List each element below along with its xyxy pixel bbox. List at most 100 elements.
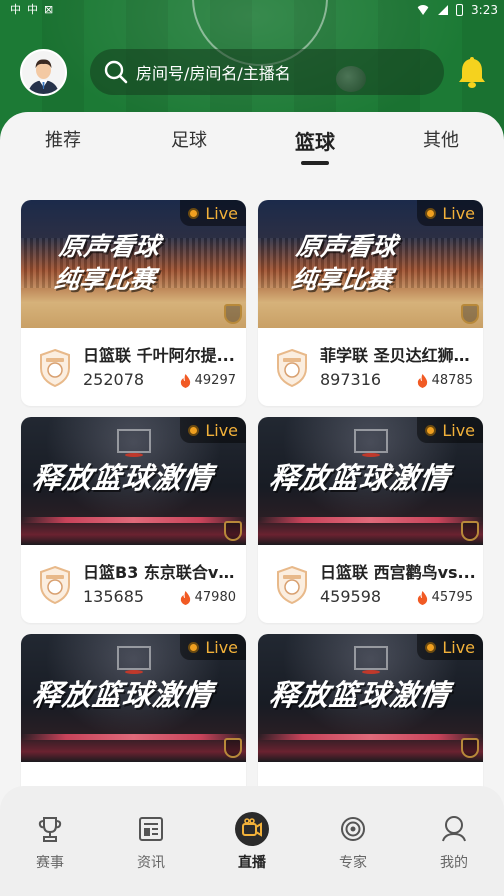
room-id: 135685 <box>83 587 145 606</box>
live-dot-icon <box>188 207 200 219</box>
heat-number: 47980 <box>194 590 236 605</box>
promo-text: 释放篮球激情 <box>267 461 453 495</box>
promo-text: 释放篮球激情 <box>30 461 216 495</box>
live-label: Live <box>442 420 475 440</box>
live-label: Live <box>205 203 238 223</box>
floor-line-graphic <box>21 517 246 523</box>
live-room-card[interactable]: 释放篮球激情 Live 日篮B3 东京联合vs... 135685 47980 <box>21 417 246 623</box>
room-title: 日篮联 西宫鹳鸟vs... <box>320 563 476 582</box>
floor-line-graphic <box>21 734 246 740</box>
nav-label: 我的 <box>440 855 468 871</box>
bottom-navigation: 赛事 资讯 直播 专家 我的 <box>0 786 504 896</box>
user-avatar[interactable] <box>20 49 67 96</box>
promo-text: 释放篮球激情 <box>30 678 216 712</box>
category-tabs: 推荐 足球 篮球 其他 <box>0 112 504 170</box>
search-bar[interactable]: 房间号/房间名/主播名 <box>90 49 444 95</box>
live-room-card[interactable]: 原声看球 纯享比赛 Live 菲学联 圣贝达红狮v... 897316 4878… <box>258 200 483 406</box>
live-badge: Live <box>417 634 483 660</box>
target-icon <box>341 817 365 841</box>
bell-icon <box>459 57 485 88</box>
live-camera-icon <box>235 812 269 846</box>
profile-icon <box>442 816 466 842</box>
live-room-card[interactable]: 释放篮球激情 Live 日篮联 西宫鹳鸟vs... 459598 45795 <box>258 417 483 623</box>
shield-logo-icon <box>461 521 479 541</box>
news-icon <box>139 817 163 841</box>
heat-number: 48785 <box>431 373 473 388</box>
room-title: 菲学联 圣贝达红狮v... <box>320 346 476 365</box>
avatar-icon <box>22 51 65 94</box>
live-dot-icon <box>188 424 200 436</box>
live-label: Live <box>205 420 238 440</box>
status-notification-icon: ⊠ <box>44 3 54 16</box>
live-badge: Live <box>417 417 483 443</box>
tab-other[interactable]: 其他 <box>401 126 481 152</box>
room-id: 897316 <box>320 370 382 389</box>
live-dot-icon <box>425 424 437 436</box>
search-placeholder: 房间号/房间名/主播名 <box>136 64 291 83</box>
backboard-graphic <box>354 646 388 670</box>
live-dot-icon <box>425 207 437 219</box>
nav-item-news[interactable]: 资讯 <box>121 812 181 872</box>
backboard-graphic <box>117 429 151 453</box>
floor-line-graphic <box>258 517 483 523</box>
team-logo-icon <box>277 565 307 605</box>
heat-number: 45795 <box>431 590 473 605</box>
nav-label: 资讯 <box>137 855 165 871</box>
team-logo-icon <box>277 348 307 388</box>
live-label: Live <box>442 637 475 657</box>
heat-count: 45795 <box>417 590 473 605</box>
promo-text: 释放篮球激情 <box>267 678 453 712</box>
notification-bell-button[interactable] <box>456 55 488 89</box>
status-notification-icon: 中 <box>10 3 21 16</box>
live-label: Live <box>205 637 238 657</box>
heat-count: 49297 <box>180 373 236 388</box>
live-badge: Live <box>180 634 246 660</box>
nav-label: 直播 <box>238 855 266 871</box>
shield-logo-icon <box>224 738 242 758</box>
wifi-icon <box>416 5 431 15</box>
flame-icon <box>417 373 427 388</box>
shield-logo-icon <box>224 304 242 324</box>
search-icon <box>104 60 128 84</box>
promo-text: 原声看球 纯享比赛 <box>52 232 162 294</box>
nav-label: 专家 <box>339 855 367 871</box>
live-badge: Live <box>417 200 483 226</box>
team-logo-icon <box>40 565 70 605</box>
room-thumbnail: 释放篮球激情 Live <box>21 634 246 762</box>
room-thumbnail: 原声看球 纯享比赛 Live <box>21 200 246 328</box>
room-thumbnail: 释放篮球激情 Live <box>258 634 483 762</box>
room-title: 日篮联 千叶阿尔提... <box>83 346 235 365</box>
shield-logo-icon <box>224 521 242 541</box>
live-room-card[interactable]: 原声看球 纯享比赛 Live 日篮联 千叶阿尔提... 252078 49297 <box>21 200 246 406</box>
backboard-graphic <box>117 646 151 670</box>
tab-recommend[interactable]: 推荐 <box>23 126 103 152</box>
room-thumbnail: 释放篮球激情 Live <box>21 417 246 545</box>
tab-basketball[interactable]: 篮球 <box>275 126 355 155</box>
active-tab-indicator <box>301 161 329 165</box>
shield-logo-icon <box>461 738 479 758</box>
room-title: 日篮B3 东京联合vs... <box>83 563 239 582</box>
live-label: Live <box>442 203 475 223</box>
flame-icon <box>180 590 190 605</box>
promo-text: 原声看球 纯享比赛 <box>289 232 399 294</box>
room-thumbnail: 原声看球 纯享比赛 Live <box>258 200 483 328</box>
status-time: 3:23 <box>471 3 498 17</box>
nav-item-events[interactable]: 赛事 <box>20 812 80 872</box>
nav-label: 赛事 <box>36 855 64 871</box>
signal-icon <box>438 5 449 15</box>
nav-item-live[interactable]: 直播 <box>222 812 282 872</box>
nav-item-experts[interactable]: 专家 <box>323 812 383 872</box>
status-notification-icon: 中 <box>27 3 38 16</box>
heat-count: 47980 <box>180 590 236 605</box>
flame-icon <box>180 373 190 388</box>
live-badge: Live <box>180 417 246 443</box>
live-dot-icon <box>425 641 437 653</box>
flame-icon <box>417 590 427 605</box>
tab-football[interactable]: 足球 <box>149 126 229 152</box>
room-thumbnail: 释放篮球激情 Live <box>258 417 483 545</box>
trophy-icon <box>38 817 62 842</box>
team-logo-icon <box>40 348 70 388</box>
nav-item-me[interactable]: 我的 <box>424 812 484 872</box>
backboard-graphic <box>354 429 388 453</box>
shield-logo-icon <box>461 304 479 324</box>
